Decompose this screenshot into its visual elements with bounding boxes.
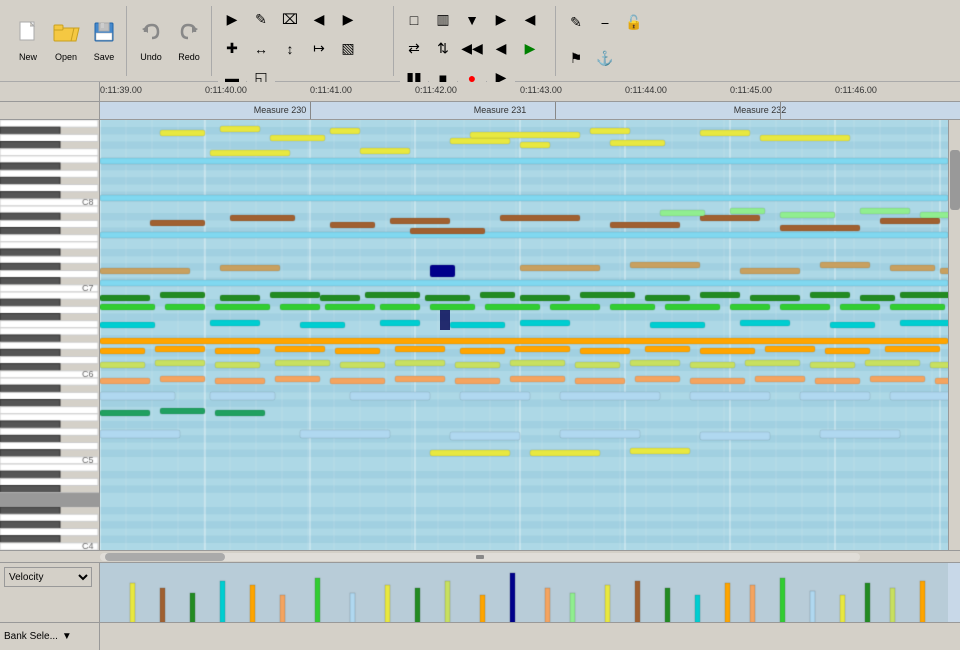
stretch-tool[interactable]: ↦ <box>305 35 333 63</box>
paste-tool[interactable]: ▥ <box>429 6 457 34</box>
bank-select-text: Bank Sele... <box>4 631 58 642</box>
prev-tool[interactable]: ◀ <box>305 6 333 34</box>
toolbar: New Open Save <box>0 0 960 82</box>
undo-tools-group: Undo Redo <box>129 6 212 76</box>
lock-tool[interactable]: 🔓 <box>620 9 648 37</box>
zoom-in-btn[interactable]: ▶ <box>487 6 515 34</box>
next-tool[interactable]: ▶ <box>334 6 362 34</box>
save-button[interactable]: Save <box>86 11 122 71</box>
save-label: Save <box>94 52 115 62</box>
note-grid[interactable] <box>100 120 960 550</box>
save-icon <box>92 20 116 50</box>
transport-group: □ ▥ ▼ ▶ ◀ ⇄ ⇅ ◀◀ ◀ ▶ ▮▮ ■ ● ▶ <box>396 6 556 76</box>
measure-230: Measure 230 <box>180 105 380 115</box>
erase-tool[interactable]: ⌧ <box>276 6 304 34</box>
time-tick-3: 0:11:42.00 <box>415 85 457 95</box>
bank-area: Bank Sele... ▼ <box>0 622 960 650</box>
edit-tools-group: ▶ ✎ ⌧ ◀ ▶ ✚ ↔ ↕ ↦ ▧ ▬ ◱ <box>214 6 394 76</box>
horizontal-scrollbar-thumb[interactable] <box>105 553 225 561</box>
bank-dropdown-icon[interactable]: ▼ <box>62 631 72 642</box>
open-label: Open <box>55 52 77 62</box>
undo-label: Undo <box>140 52 162 62</box>
rewind-btn[interactable]: ◀◀ <box>458 35 486 63</box>
velocity-label-panel: Velocity <box>0 563 100 622</box>
measure-ruler: Measure 230 Measure 231 Measure 232 <box>100 102 960 119</box>
redo-icon <box>177 20 201 50</box>
zoom-v-btn[interactable]: ⇅ <box>429 35 457 63</box>
time-tick-0: 0:11:39.00 <box>100 85 142 95</box>
redo-label: Redo <box>178 52 200 62</box>
prev-btn[interactable]: ◀ <box>487 35 515 63</box>
undo-button[interactable]: Undo <box>133 11 169 71</box>
vertical-scrollbar[interactable] <box>948 120 960 550</box>
velocity-grid <box>100 563 960 622</box>
new-icon <box>16 20 40 50</box>
move-h-tool[interactable]: ↔ <box>247 35 275 63</box>
flag-tool[interactable]: ⚑ <box>562 44 590 72</box>
quantize-tool[interactable]: ▧ <box>334 35 362 63</box>
time-tick-2: 0:11:41.00 <box>310 85 352 95</box>
copy-tool[interactable]: □ <box>400 6 428 34</box>
paste-drop[interactable]: ▼ <box>458 6 486 34</box>
horizontal-scrollbar[interactable] <box>0 550 960 562</box>
piano-header-stub <box>0 82 100 101</box>
open-icon <box>52 20 80 50</box>
velocity-selector[interactable]: Velocity <box>4 567 92 587</box>
hscroll-center-indicator <box>476 555 484 559</box>
file-tools-group: New Open Save <box>6 6 127 76</box>
redo-button[interactable]: Redo <box>171 11 207 71</box>
select-tool[interactable]: ▶ <box>218 6 246 34</box>
playback-cursor <box>440 310 450 330</box>
new-label: New <box>19 52 37 62</box>
measure-231: Measure 231 <box>400 105 600 115</box>
timeline-row: 0:11:39.00 0:11:40.00 0:11:41.00 0:11:42… <box>0 82 960 102</box>
time-tick-4: 0:11:43.00 <box>520 85 562 95</box>
pencil-tool[interactable]: ✎ <box>562 9 590 37</box>
zoom-out-btn[interactable]: ◀ <box>516 6 544 34</box>
move-v-tool[interactable]: ↕ <box>276 35 304 63</box>
measure-bar: Measure 230 Measure 231 Measure 232 <box>0 102 960 120</box>
new-button[interactable]: New <box>10 11 46 71</box>
piano-roll <box>0 120 100 550</box>
vertical-scrollbar-thumb[interactable] <box>950 150 960 210</box>
time-tick-7: 0:11:46.00 <box>835 85 877 95</box>
play-btn[interactable]: ▶ <box>516 35 544 63</box>
move-tool[interactable]: ✚ <box>218 35 246 63</box>
timeline-ruler: 0:11:39.00 0:11:40.00 0:11:41.00 0:11:42… <box>100 82 960 101</box>
measure-232: Measure 232 <box>660 105 860 115</box>
time-tick-1: 0:11:40.00 <box>205 85 247 95</box>
time-tick-6: 0:11:45.00 <box>730 85 772 95</box>
draw-tool[interactable]: ✎ <box>247 6 275 34</box>
line-tool[interactable]: ⎯ <box>591 9 619 37</box>
undo-icon <box>139 20 163 50</box>
zoom-h-btn[interactable]: ⇄ <box>400 35 428 63</box>
link-tool[interactable]: ⚓ <box>591 44 619 72</box>
main-area <box>0 120 960 550</box>
misc-tools-group: ✎ ⎯ 🔓 ⚑ ⚓ <box>558 6 658 76</box>
velocity-area: Velocity <box>0 562 960 622</box>
bank-select-label[interactable]: Bank Sele... ▼ <box>0 623 100 650</box>
time-tick-5: 0:11:44.00 <box>625 85 667 95</box>
open-button[interactable]: Open <box>48 11 84 71</box>
measure-piano-stub <box>0 102 100 119</box>
